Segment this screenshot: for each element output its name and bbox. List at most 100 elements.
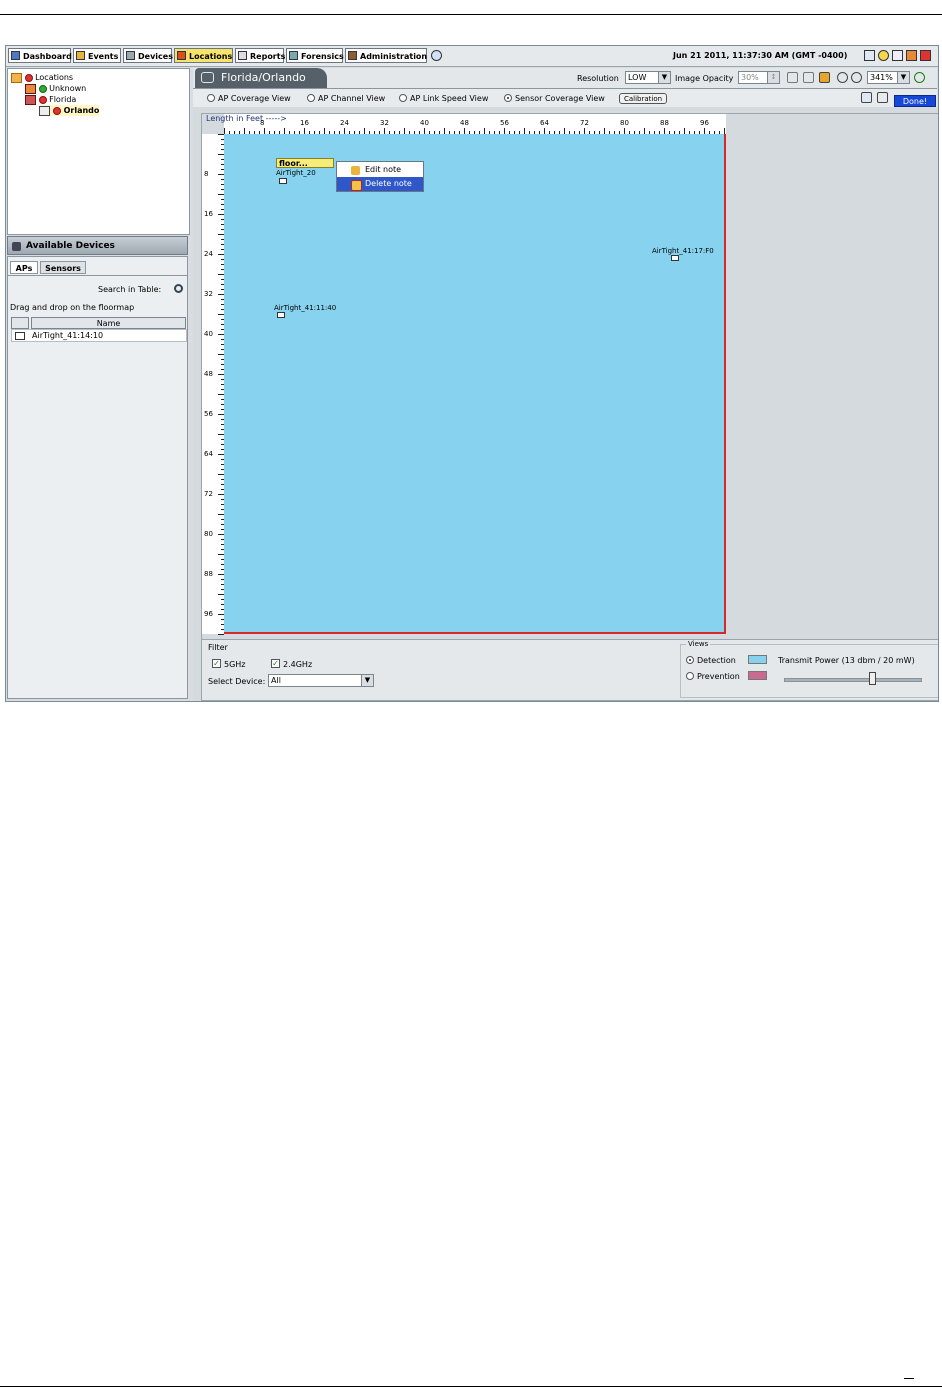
radio-ap-coverage-view[interactable] bbox=[207, 94, 215, 102]
tree-item-unknown[interactable]: Unknown bbox=[25, 83, 86, 94]
radio-ap-channel-view[interactable] bbox=[307, 94, 315, 102]
detach-icon[interactable] bbox=[803, 72, 814, 83]
help-icon[interactable] bbox=[878, 50, 889, 61]
floor-map-panel: Florida/Orlando Resolution LOW ▼ Image Op… bbox=[193, 68, 938, 701]
print-icon[interactable] bbox=[877, 92, 888, 103]
nav-dashboard-button[interactable]: Dashboard bbox=[8, 48, 72, 63]
menu-item-delete-note[interactable]: Delete note bbox=[337, 177, 423, 191]
upload-image-icon[interactable] bbox=[819, 72, 830, 83]
nav-administration-button[interactable]: Administration bbox=[345, 48, 427, 63]
ruler-y-tick-label: 16 bbox=[204, 210, 213, 218]
nav-forensics-button[interactable]: Forensics bbox=[286, 48, 344, 63]
nav-devices-button[interactable]: Devices bbox=[123, 48, 173, 63]
radio-sensor-coverage-view[interactable] bbox=[504, 94, 512, 102]
resolution-select[interactable]: LOW ▼ bbox=[625, 71, 671, 84]
zoom-select[interactable]: 341% ▼ bbox=[867, 71, 910, 84]
floor-plan-area[interactable]: floor... AirTight_20 Edit note Delete no… bbox=[224, 134, 726, 634]
ruler-label: Length in Feet -----> bbox=[206, 114, 287, 123]
chevron-down-icon: ▼ bbox=[658, 72, 670, 83]
tab-aps[interactable]: APs bbox=[10, 261, 38, 274]
nav-locations-button[interactable]: Locations bbox=[174, 48, 233, 63]
floor-map-canvas[interactable]: Length in Feet -----> 8 16 24 32 40 48 56 64 72 8… bbox=[201, 113, 938, 640]
zoom-fit-icon[interactable] bbox=[837, 72, 848, 83]
ruler-y-tick-label: 64 bbox=[204, 450, 213, 458]
detection-color-swatch bbox=[748, 655, 767, 664]
prevention-label: Prevention bbox=[697, 672, 740, 681]
prevention-color-swatch bbox=[748, 671, 767, 680]
ruler-y-tick-label: 48 bbox=[204, 370, 213, 378]
checkbox-24ghz[interactable]: ✓ bbox=[271, 659, 280, 668]
nav-reports-button[interactable]: Reports bbox=[235, 48, 285, 63]
ruler-x-tick-label: 48 bbox=[460, 119, 469, 127]
detection-label: Detection bbox=[697, 656, 736, 665]
transmit-power-slider[interactable] bbox=[784, 678, 922, 682]
events-icon bbox=[76, 51, 85, 60]
refresh-icon[interactable] bbox=[431, 50, 442, 61]
attach-icon[interactable] bbox=[787, 72, 798, 83]
devices-table: Name AirTight_41:14:10 bbox=[11, 317, 187, 347]
checkbox-5ghz[interactable]: ✓ bbox=[212, 659, 221, 668]
nav-events-button[interactable]: Events bbox=[73, 48, 121, 63]
server-datetime: Jun 21 2011, 11:37:30 AM (GMT -0400) bbox=[673, 51, 848, 60]
status-red-icon bbox=[38, 95, 47, 104]
ruler-y-tick-label: 80 bbox=[204, 530, 213, 538]
document-bottom-rule bbox=[0, 1386, 942, 1387]
page-number-mark bbox=[904, 1378, 914, 1379]
zoom-out-icon[interactable] bbox=[851, 72, 862, 83]
context-menu: Edit note Delete note bbox=[336, 161, 424, 192]
status-green-icon bbox=[38, 84, 47, 93]
spinner-icon: ↕ bbox=[767, 72, 779, 83]
sensor-icon[interactable] bbox=[671, 255, 679, 261]
floor-title-bar: Florida/Orlando Resolution LOW ▼ Image Op… bbox=[193, 68, 937, 89]
device-label: AirTight_20 bbox=[276, 169, 316, 177]
radio-detection[interactable] bbox=[686, 656, 694, 664]
filter-title: Filter bbox=[208, 643, 228, 652]
image-opacity-input[interactable]: 30% ↕ bbox=[738, 71, 780, 84]
available-devices-panel: APs Sensors Search in Table: Drag and dr… bbox=[7, 256, 188, 699]
done-button[interactable]: Done! bbox=[894, 95, 936, 107]
floor-note[interactable]: floor... bbox=[276, 158, 334, 168]
search-label: Search in Table: bbox=[98, 285, 162, 294]
calibration-button[interactable]: Calibration bbox=[619, 93, 667, 104]
status-red-icon bbox=[52, 106, 61, 115]
app-window: Dashboard Events Devices Locations Repor… bbox=[5, 45, 939, 702]
view-mode-bar: AP Coverage View AP Channel View AP Link… bbox=[193, 89, 937, 107]
switch-icon[interactable] bbox=[864, 50, 875, 61]
available-devices-header: Available Devices bbox=[7, 236, 188, 255]
ruler-x-tick-label: 64 bbox=[540, 119, 549, 127]
edit-icon bbox=[351, 166, 360, 175]
tree-item-orlando[interactable]: Orlando bbox=[39, 105, 100, 116]
logout-icon[interactable] bbox=[920, 50, 931, 61]
delete-icon bbox=[351, 180, 362, 191]
settings-icon[interactable] bbox=[906, 50, 917, 61]
tab-sensors[interactable]: Sensors bbox=[40, 261, 86, 274]
floor-icon bbox=[201, 72, 214, 83]
radio-prevention[interactable] bbox=[686, 672, 694, 680]
reports-icon bbox=[238, 51, 247, 60]
device-label: AirTight_41:11:40 bbox=[274, 304, 337, 312]
ruler-x-tick-label: 32 bbox=[380, 119, 389, 127]
tree-item-locations[interactable]: Locations bbox=[11, 72, 73, 83]
transmit-power-slider-thumb[interactable] bbox=[869, 672, 876, 685]
ruler-x-tick-label: 88 bbox=[660, 119, 669, 127]
zoom-in-icon[interactable] bbox=[914, 72, 925, 83]
chevron-down-icon: ▼ bbox=[897, 72, 909, 83]
sensor-coverage-view-label: Sensor Coverage View bbox=[515, 94, 605, 103]
chevron-down-icon: ▼ bbox=[361, 675, 373, 686]
radio-ap-link-speed-view[interactable] bbox=[399, 94, 407, 102]
select-device-dropdown[interactable]: All ▼ bbox=[268, 674, 374, 687]
floor-icon bbox=[39, 105, 50, 116]
menu-item-edit-note[interactable]: Edit note bbox=[337, 163, 423, 177]
table-row[interactable]: AirTight_41:14:10 bbox=[11, 329, 187, 342]
ruler-y-tick-label: 8 bbox=[204, 170, 209, 178]
refresh-map-icon[interactable] bbox=[861, 92, 872, 103]
device-label: AirTight_41:17:F0 bbox=[652, 247, 714, 255]
sensor-icon[interactable] bbox=[279, 178, 287, 184]
ruler-x-tick-label: 8 bbox=[260, 119, 265, 127]
table-header-icon[interactable] bbox=[11, 317, 29, 329]
search-icon[interactable] bbox=[174, 284, 183, 293]
sensor-icon[interactable] bbox=[277, 312, 285, 318]
list-icon[interactable] bbox=[892, 50, 903, 61]
tree-item-florida[interactable]: Florida bbox=[25, 94, 76, 105]
table-header-name[interactable]: Name bbox=[31, 317, 186, 329]
